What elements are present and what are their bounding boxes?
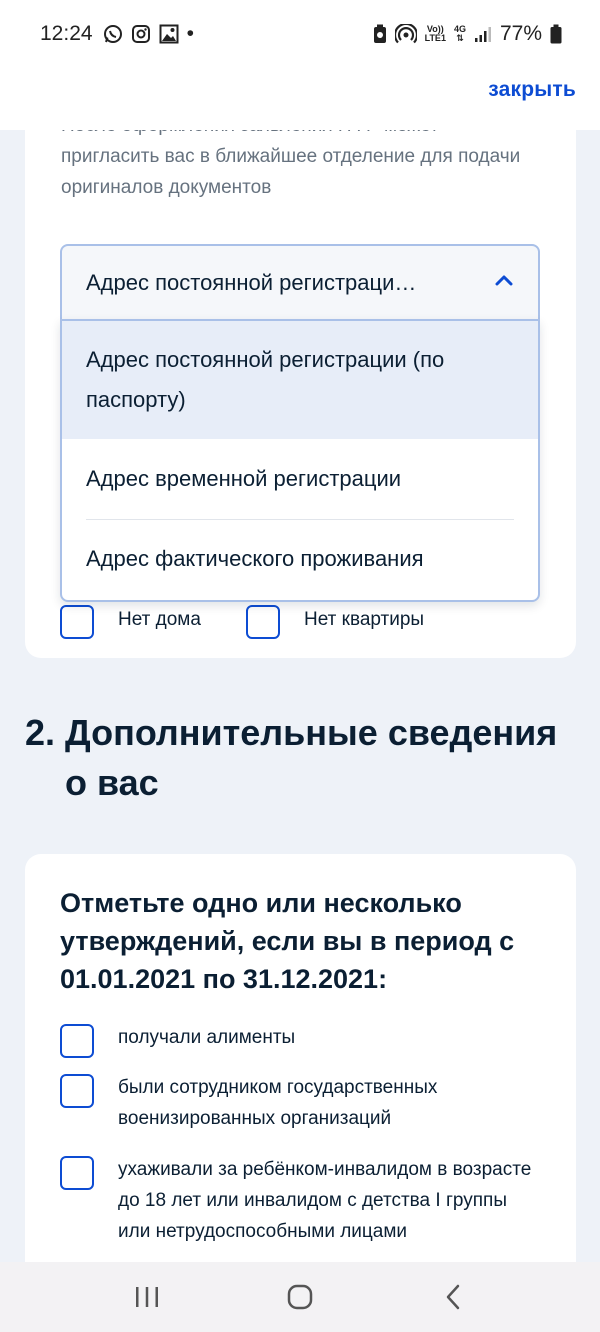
- notification-dot: •: [186, 22, 194, 45]
- select-value: Адрес постоянной регистраци…: [86, 269, 417, 295]
- lte-label: LTE1: [424, 33, 446, 43]
- additional-info-card: Отметьте одно или несколько утверждений,…: [25, 854, 576, 1262]
- recent-apps-button[interactable]: [117, 1272, 177, 1322]
- option-care-text: ухаживали за ребёнком-инвалидом в возрас…: [118, 1159, 532, 1242]
- dropdown-option-permanent[interactable]: Адрес постоянной регистрации (по паспорт…: [62, 321, 538, 439]
- dropdown-option-temporary[interactable]: Адрес временной регистрации: [62, 439, 538, 519]
- option-care-checkbox[interactable]: [60, 1156, 94, 1190]
- option-military-checkbox[interactable]: [60, 1074, 94, 1108]
- no-house-row: Нет дома Нет квартиры: [60, 605, 540, 639]
- home-button[interactable]: [270, 1272, 330, 1322]
- back-button[interactable]: [423, 1272, 483, 1322]
- no-apartment-checkbox[interactable]: [246, 605, 280, 639]
- app-header: закрыть: [0, 68, 600, 130]
- system-nav-bar: [0, 1262, 600, 1332]
- signal-icon: [474, 25, 492, 43]
- option-military[interactable]: были сотрудником государственных военизи…: [60, 1072, 540, 1134]
- section-number: 2.: [25, 712, 56, 753]
- option-alimony-checkbox[interactable]: [60, 1024, 94, 1058]
- option-military-text: были сотрудником государственных военизи…: [118, 1077, 438, 1129]
- data-arrows-icon: ⇅: [456, 33, 464, 43]
- option-care[interactable]: ухаживали за ребёнком-инвалидом в возрас…: [60, 1154, 540, 1262]
- address-type-select[interactable]: Адрес постоянной регистраци…: [60, 244, 540, 319]
- status-time: 12:24: [40, 22, 93, 45]
- dropdown-option-actual[interactable]: Адрес фактического проживания: [62, 520, 538, 600]
- option-alimony-text: получали алименты: [118, 1027, 296, 1048]
- gallery-icon: [159, 24, 179, 44]
- address-dropdown: Адрес постоянной регистрации (по паспорт…: [60, 319, 540, 602]
- no-apartment-label: Нет квартиры: [304, 609, 425, 630]
- status-bar: 12:24 • Vo)) LTE1 4G ⇅ 77%: [0, 0, 600, 68]
- hotspot-icon: [394, 24, 417, 44]
- battery-saver-icon: [373, 24, 387, 44]
- intro-text: После оформления заявления ПФР может при…: [61, 130, 521, 198]
- whatsapp-icon: [103, 24, 123, 44]
- close-link[interactable]: закрыть: [488, 78, 576, 102]
- volte-indicator: Vo)) LTE1: [425, 25, 446, 43]
- no-house-label: Нет дома: [118, 609, 201, 630]
- instagram-icon: [131, 24, 151, 44]
- statements-title: Отметьте одно или несколько утверждений,…: [60, 888, 515, 994]
- option-alimony[interactable]: получали алименты: [60, 1022, 540, 1058]
- scroll-content[interactable]: После оформления заявления ПФР может при…: [0, 130, 600, 1262]
- chevron-up-icon: [494, 273, 514, 292]
- status-right: Vo)) LTE1 4G ⇅ 77%: [373, 22, 562, 46]
- section-title: Дополнительные сведения о вас: [65, 712, 558, 803]
- battery-icon: [550, 24, 562, 44]
- battery-percent: 77%: [499, 22, 542, 45]
- status-left: 12:24 •: [40, 22, 194, 46]
- network-indicator: 4G ⇅: [454, 25, 466, 43]
- address-card: После оформления заявления ПФР может при…: [25, 130, 576, 658]
- no-house-checkbox[interactable]: [60, 605, 94, 639]
